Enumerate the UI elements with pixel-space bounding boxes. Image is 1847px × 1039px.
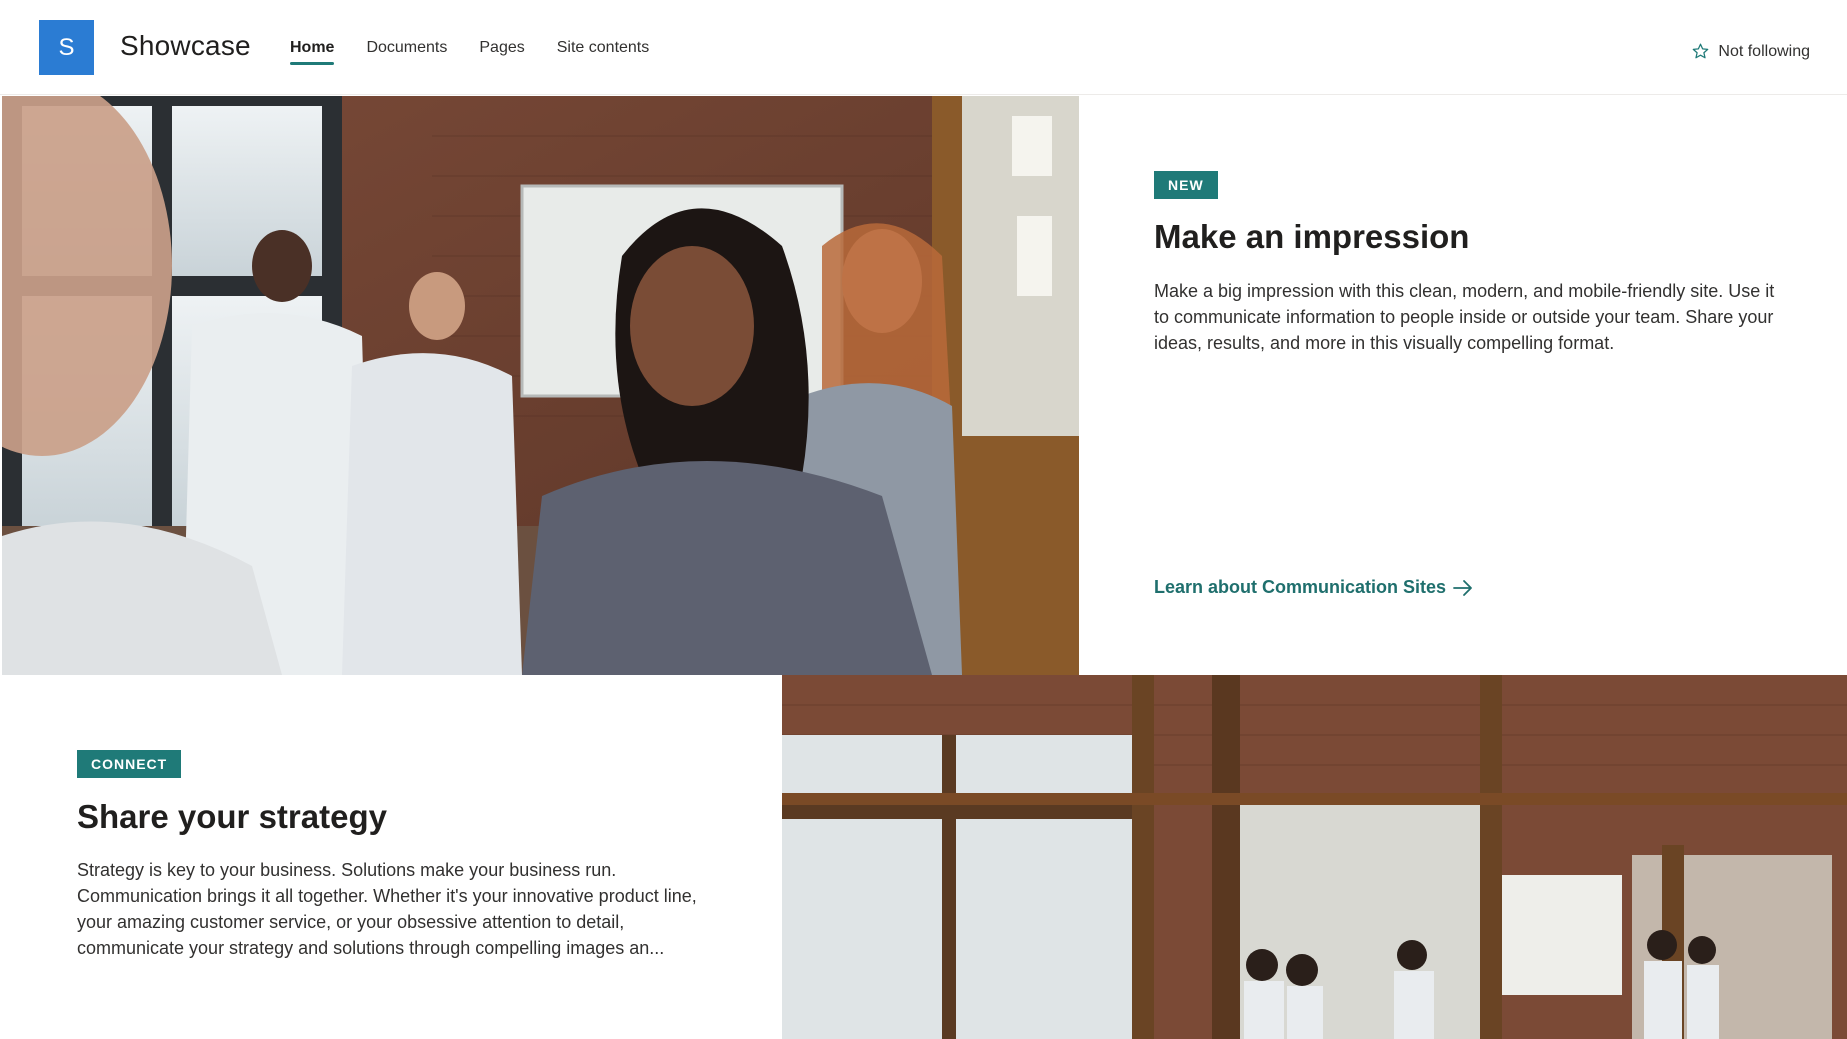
site-logo[interactable]: S	[39, 20, 94, 75]
hero-image-meeting-room[interactable]	[782, 675, 1847, 1039]
star-outline-icon	[1693, 43, 1709, 59]
meeting-room-photo	[782, 675, 1847, 1039]
nav-item-home[interactable]: Home	[290, 31, 335, 65]
hero-badge-new: NEW	[1154, 171, 1218, 199]
hero-link-label: Learn about Communication Sites	[1154, 577, 1447, 597]
nav-item-documents[interactable]: Documents	[366, 31, 447, 65]
office-team-photo	[2, 96, 1079, 675]
nav-item-site-contents[interactable]: Site contents	[557, 31, 650, 65]
site-header: S Showcase Home Documents Pages Site con…	[0, 0, 1847, 95]
top-navigation: Home Documents Pages Site contents	[290, 0, 681, 95]
hero-badge-connect: CONNECT	[77, 750, 182, 778]
hero-tile-make-an-impression: NEW Make an impression Make a big impres…	[1079, 96, 1847, 675]
hero-title[interactable]: Share your strategy	[77, 798, 387, 836]
learn-communication-sites-link[interactable]: Learn about Communication Sites	[1154, 577, 1474, 598]
site-title[interactable]: Showcase	[120, 30, 251, 62]
hero-tile-share-your-strategy: CONNECT Share your strategy Strategy is …	[0, 675, 782, 1039]
follow-label: Not following	[1718, 42, 1810, 60]
follow-button[interactable]: Not following	[1691, 42, 1810, 61]
arrow-right-icon	[1453, 579, 1472, 596]
nav-item-pages[interactable]: Pages	[479, 31, 524, 65]
hero-image-office-team[interactable]	[2, 96, 1079, 675]
hero-title[interactable]: Make an impression	[1154, 218, 1469, 256]
site-logo-letter: S	[58, 33, 75, 61]
hero-description: Make a big impression with this clean, m…	[1154, 281, 1775, 353]
hero-description: Strategy is key to your business. Soluti…	[77, 860, 697, 958]
